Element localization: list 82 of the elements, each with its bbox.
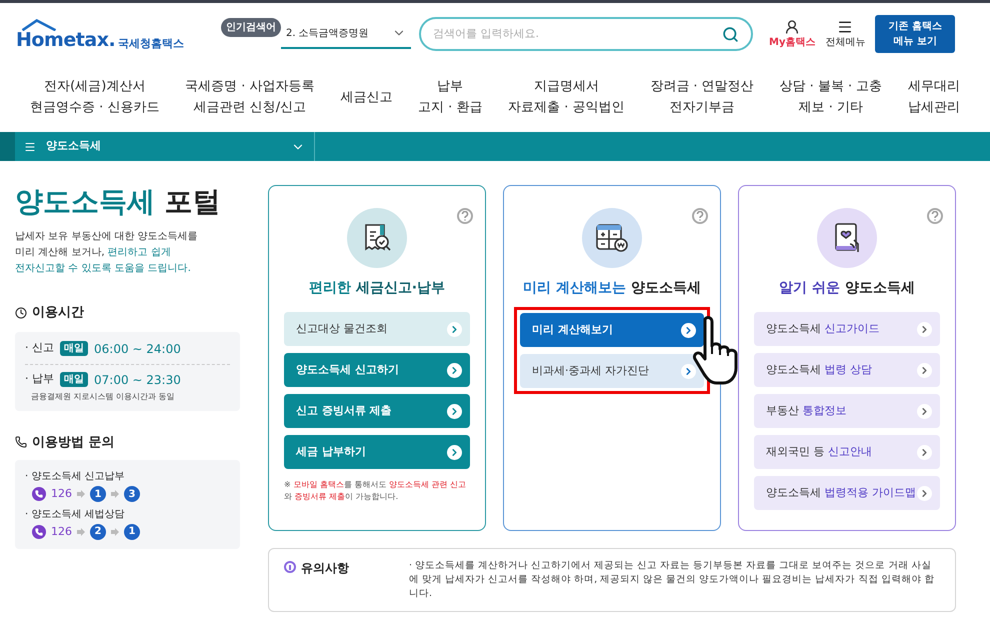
chevron-icon [917, 486, 932, 500]
phone-number: 126 [51, 486, 72, 502]
my-hometax-button[interactable]: My홈택스 [769, 18, 816, 50]
help-icon[interactable] [692, 208, 708, 224]
all-menu-button[interactable]: 전체메뉴 [825, 18, 866, 50]
menu-icon [837, 18, 854, 34]
chevron-icon [917, 404, 932, 418]
menu-item[interactable]: 비과세·중과세 자가진단 [520, 354, 704, 388]
step-number: 1 [90, 486, 106, 502]
menu-item[interactable]: 양도소득세 신고가이드 [754, 312, 940, 346]
menu-item[interactable]: 세금 납부하기 [284, 435, 470, 469]
daily-badge: 매일 [60, 341, 88, 356]
card-title: 편리한 세금신고·납부 [308, 279, 446, 298]
arrow-icon [111, 528, 119, 536]
info-icon [284, 561, 296, 573]
search-icon[interactable] [722, 26, 739, 42]
menu-item[interactable]: 신고대상 물건조회 [284, 312, 470, 346]
chevron-icon [917, 322, 932, 336]
chevron-icon [447, 362, 462, 378]
nav-link[interactable]: 세무대리 납세관리 [908, 76, 960, 118]
search-field[interactable]: 검색어를 입력하세요. [433, 26, 722, 42]
phone-icon [15, 436, 27, 448]
help-icon[interactable] [457, 208, 473, 224]
notice-text: · 양도소득세를 계산하거나 신고하기에서 제공되는 신고 자료는 등기부등본 자료를 그대로 보여주는 것으로 거래 사실에 맞게 납세자가 신고서를 작성해야 하며, 제공되지 않은 물건의 양도가액이나 필요경비는 납세자가 직접 입력해야 합니다. [409, 559, 936, 601]
intro-text: 납세자 보유 부동산에 대한 양도소득세를 미리 계산해 보거나, 편리하고 쉽게 전자신고할 수 있도록 도움을 드립니다. [15, 230, 199, 276]
step-number: 3 [124, 486, 140, 502]
footnote: ※ 모바일 홈택스를 통해서도 양도소득세 관련 신고 와 증빙서류 제출이 가능합니다. [284, 479, 467, 503]
breadcrumb-dropdown[interactable]: 양도소득세 [15, 132, 315, 161]
section-title: 이용방법 문의 [32, 434, 115, 452]
nav-link[interactable]: 세금신고 [340, 86, 392, 108]
popular-badge: 인기검색어 [221, 18, 281, 36]
page-title: 양도소득세 포털 [15, 185, 222, 219]
popular-dropdown[interactable]: 2. 소득금액증명원 [281, 19, 411, 49]
chevron-icon [681, 322, 696, 338]
calculator-icon [594, 221, 630, 255]
menu-item[interactable]: 양도소득세 신고하기 [284, 353, 470, 387]
chevron-icon [447, 322, 462, 336]
menu-icon [24, 140, 36, 152]
phone-number: 126 [51, 524, 72, 540]
user-icon [784, 18, 800, 34]
contact-label: · 양도소득세 세법상담 [25, 508, 126, 522]
search-bar[interactable]: 검색어를 입력하세요. [419, 17, 753, 51]
help-icon[interactable] [927, 208, 943, 224]
card-title: 알기 쉬운 양도소득세 [779, 279, 915, 298]
arrow-icon [111, 490, 119, 498]
card-title: 미리 계산해보는 양도소득세 [523, 279, 701, 298]
chevron-icon [917, 444, 932, 460]
nav-link[interactable]: 지급명세서 자료제출 · 공익법인 [508, 76, 625, 118]
nav-link[interactable]: 전자(세금)계산서 현금영수증 · 신용카드 [30, 76, 160, 118]
clock-icon [15, 306, 27, 319]
menu-item[interactable]: 부동산 통합정보 [754, 394, 940, 428]
chevron-icon [447, 444, 462, 460]
hours-time: 07:00 ~ 23:30 [94, 372, 181, 388]
arrow-icon [77, 490, 85, 498]
section-title: 이용시간 [32, 304, 84, 322]
step-number: 1 [124, 524, 140, 540]
chevron-icon [917, 362, 932, 378]
phone-badge-icon [32, 487, 46, 502]
menu-item[interactable]: 양도소득세 법령 상담 [754, 353, 940, 387]
nav-link[interactable]: 상담 · 불복 · 고충 제보 · 기타 [779, 76, 882, 118]
hours-time: 06:00 ~ 24:00 [94, 340, 181, 358]
menu-item[interactable]: 재외국민 등 신고안내 [754, 435, 940, 469]
logo-subtitle: 국세청홈택스 [118, 38, 184, 48]
chevron-icon [681, 364, 696, 378]
nav-link[interactable]: 장려금 · 연말정산 전자기부금 [650, 76, 754, 118]
nav-link[interactable]: 국세증명 · 사업자등록 세금관련 신청/신고 [185, 76, 315, 118]
hours-label: · 납부 [25, 371, 54, 388]
arrow-icon [77, 528, 85, 536]
hours-label: · 신고 [25, 340, 54, 356]
daily-badge: 매일 [60, 372, 88, 387]
hours-note: 금융결제원 지로시스템 이용시간과 동일 [30, 390, 176, 402]
nav-link[interactable]: 납부 고지 · 환급 [418, 76, 482, 118]
phone-badge-icon [32, 524, 46, 539]
classic-menu-button[interactable]: 기존 홈택스 메뉴 보기 [875, 15, 956, 53]
menu-item[interactable]: 양도소득세 법령적용 가이드맵 [754, 476, 940, 510]
menu-item[interactable]: 신고 증빙서류 제출 [284, 394, 470, 428]
logo[interactable]: Hometax. [16, 30, 116, 50]
step-number: 2 [90, 524, 106, 540]
menu-item[interactable]: 미리 계산해보기 [520, 313, 704, 347]
chevron-icon [447, 404, 462, 418]
contact-label: · 양도소득세 신고납부 [25, 470, 126, 484]
notice-title: 유의사항 [301, 560, 349, 577]
